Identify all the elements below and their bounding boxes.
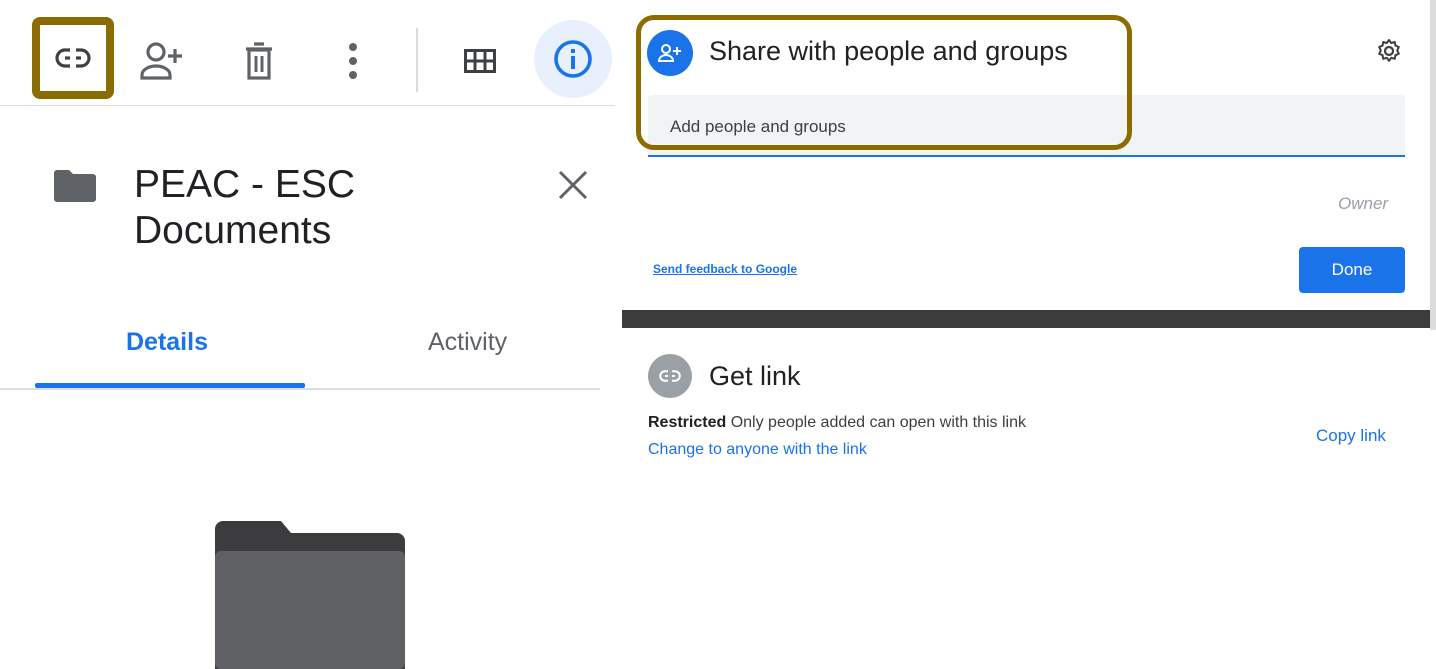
info-icon — [554, 40, 592, 78]
gear-icon[interactable] — [1376, 38, 1402, 64]
link-icon — [55, 48, 91, 68]
owner-label: Owner — [1338, 194, 1389, 213]
restricted-label[interactable]: Restricted — [648, 414, 726, 431]
tab-activity[interactable]: Activity — [428, 322, 507, 362]
share-button[interactable] — [128, 26, 198, 96]
add-person-icon — [140, 42, 182, 80]
link-avatar — [648, 354, 692, 398]
grid-view-button[interactable] — [445, 26, 515, 96]
copy-link-button[interactable]: Copy link — [1316, 426, 1386, 446]
restricted-text: Only people added can open with this lin… — [730, 414, 1027, 431]
tab-divider — [0, 388, 600, 390]
tab-details[interactable]: Details — [126, 322, 208, 362]
get-link-title: Get link — [709, 361, 801, 391]
details-panel: PEAC - ESC Documents Details Activity — [0, 0, 615, 669]
more-vert-icon — [349, 43, 357, 79]
send-feedback-link[interactable]: Send feedback to Google — [653, 262, 797, 276]
delete-button[interactable] — [224, 26, 294, 96]
more-actions-button[interactable] — [318, 26, 388, 96]
change-access-link[interactable]: Change to anyone with the link — [648, 441, 867, 459]
get-link-button[interactable] — [32, 17, 114, 99]
close-icon[interactable] — [556, 168, 590, 202]
restricted-description: Restricted Only people added can open wi… — [648, 414, 1026, 432]
toolbar — [0, 0, 615, 106]
toolbar-divider — [416, 28, 418, 92]
grid-view-icon — [464, 49, 496, 73]
folder-title: PEAC - ESC Documents — [134, 163, 356, 252]
done-button[interactable]: Done — [1299, 247, 1405, 293]
highlight-box — [636, 15, 1132, 150]
dialog-edge — [1430, 0, 1436, 330]
link-icon — [659, 370, 681, 382]
folder-icon — [54, 170, 96, 202]
dialog-separator — [622, 310, 1430, 328]
view-details-button[interactable] — [534, 20, 612, 98]
trash-icon — [246, 42, 272, 80]
folder-preview-icon — [215, 521, 405, 669]
